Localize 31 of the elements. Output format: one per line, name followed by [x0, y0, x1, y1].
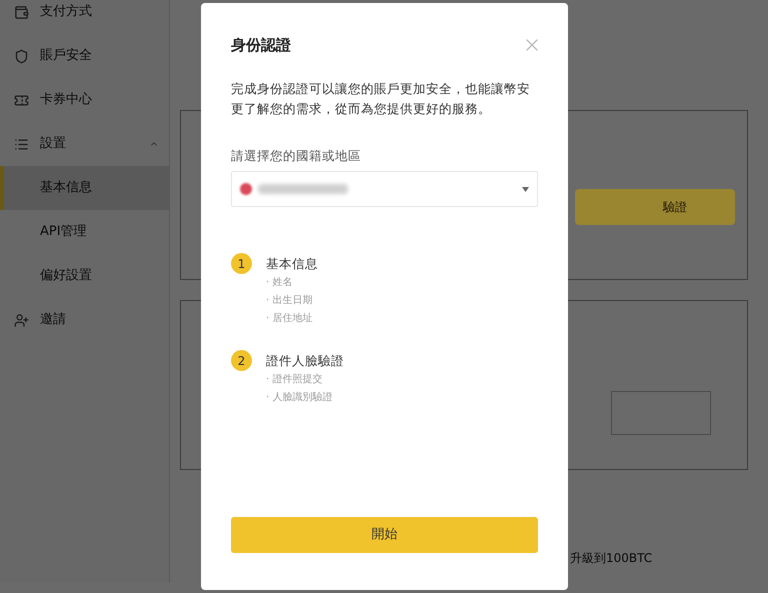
step-title: 基本信息	[266, 255, 318, 274]
modal-title: 身份認證	[231, 35, 291, 56]
step-item: · 姓名	[266, 276, 294, 290]
list-icon	[14, 136, 29, 152]
step-item: · 人臉識別驗證	[266, 390, 334, 406]
step-title: 證件人臉驗證	[266, 352, 344, 370]
step-item: · 證件照提交	[266, 372, 324, 388]
country-select[interactable]	[231, 171, 538, 208]
country-label: 請選擇您的國籍或地區	[231, 146, 362, 164]
step-item: · 出生日期	[266, 294, 314, 308]
wallet-icon	[14, 4, 29, 20]
start-button[interactable]: 開始	[231, 517, 538, 553]
sidebar-item[interactable]: 卡券中心	[0, 78, 169, 122]
sidebar-item[interactable]: 賬戶安全	[0, 34, 169, 78]
shield-icon	[14, 48, 29, 64]
ticket-icon	[14, 92, 29, 108]
sidebar-item[interactable]: 支付方式	[0, 0, 169, 34]
sidebar-item[interactable]: 基本信息	[0, 166, 169, 210]
modal-description: 完成身份認證可以讓您的賬戶更加安全，也能讓幣安更了解您的需求，從而為您提供更好的服務。	[231, 80, 531, 118]
step-number: 2	[231, 350, 252, 372]
sidebar-item[interactable]: 邀請	[0, 298, 169, 342]
dropdown-caret-icon	[522, 186, 529, 192]
sidebar-item[interactable]: 偏好設置	[0, 254, 169, 298]
sidebar-item[interactable]: 設置	[0, 122, 169, 166]
verify-button[interactable]: 驗證	[575, 189, 735, 225]
flag-icon	[240, 183, 252, 196]
user-plus-icon	[14, 312, 29, 328]
step-item: · 居住地址	[266, 312, 314, 326]
step-number: 1	[231, 253, 252, 274]
upgrade-text: 升級到100BTC	[570, 550, 652, 567]
sidebar-item[interactable]: API管理	[0, 210, 169, 254]
